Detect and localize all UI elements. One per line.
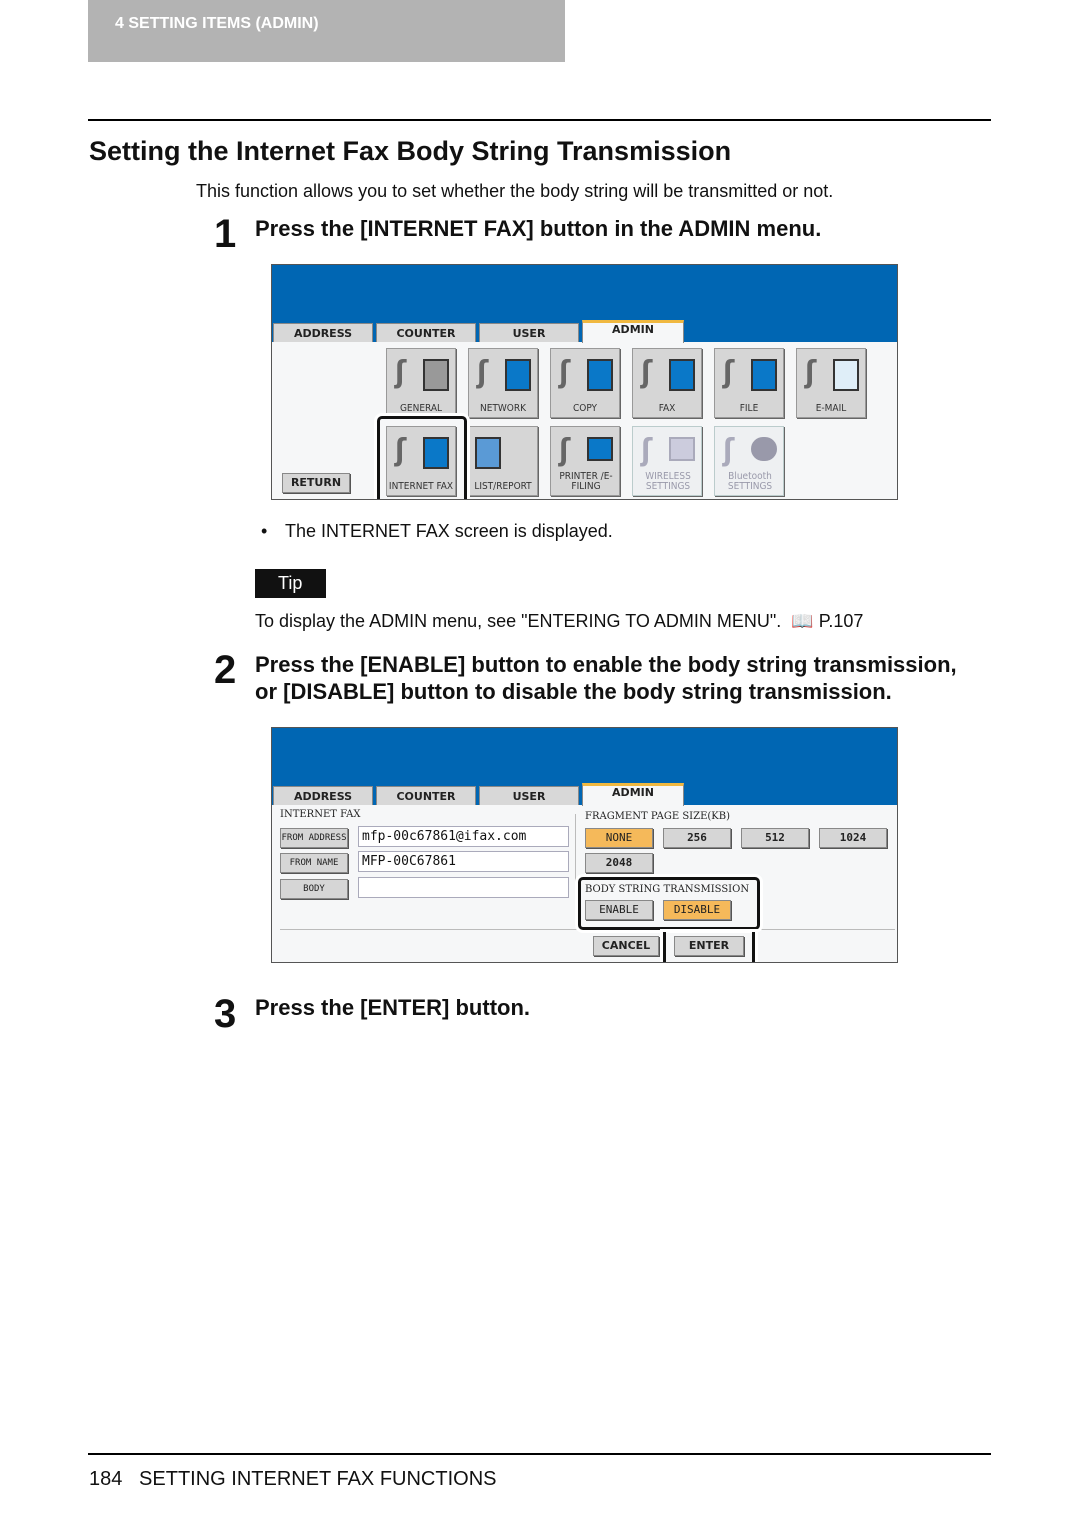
step-heading: Press the [INTERNET FAX] button in the A… xyxy=(255,216,822,241)
wireless-settings-button: ʃ WIRELESS SETTINGS xyxy=(632,426,702,496)
network-icon xyxy=(505,359,531,391)
tip-label: Tip xyxy=(255,569,326,598)
fragment-none-button[interactable]: NONE xyxy=(585,828,653,848)
copy-icon xyxy=(587,359,613,391)
fax-button[interactable]: ʃ FAX xyxy=(632,348,702,418)
file-button[interactable]: ʃ FILE xyxy=(714,348,784,418)
wrench-icon: ʃ xyxy=(723,433,735,468)
from-name-button[interactable]: FROM NAME xyxy=(280,853,348,873)
body-button[interactable]: BODY xyxy=(280,879,348,899)
network-button[interactable]: ʃ NETWORK xyxy=(468,348,538,418)
bullet-dot: • xyxy=(261,521,268,541)
email-icon xyxy=(833,359,859,391)
section-label: INTERNET FAX xyxy=(280,809,361,820)
step-number: 2 xyxy=(214,648,237,692)
step-heading: Press the [ENTER] button. xyxy=(255,995,531,1020)
wrench-icon: ʃ xyxy=(559,355,571,390)
bullet-text: The INTERNET FAX screen is displayed. xyxy=(285,521,613,541)
highlight-frame xyxy=(663,932,755,962)
email-button[interactable]: ʃ E-MAIL xyxy=(796,348,866,418)
copier-icon xyxy=(423,359,449,391)
fax-icon xyxy=(669,359,695,391)
wrench-icon: ʃ xyxy=(641,355,653,390)
copy-button[interactable]: ʃ COPY xyxy=(550,348,620,418)
fragment-512-button[interactable]: 512 xyxy=(741,828,809,848)
wrench-icon: ʃ xyxy=(559,433,571,468)
from-address-field[interactable]: mfp-00c67861@ifax.com xyxy=(358,826,569,847)
wrench-icon: ʃ xyxy=(805,355,817,390)
from-address-button[interactable]: FROM ADDRESS xyxy=(280,828,348,848)
book-icon: 📖 xyxy=(791,611,814,631)
tab-admin[interactable]: ADMIN xyxy=(582,320,684,343)
fragment-1024-button[interactable]: 1024 xyxy=(819,828,887,848)
fragment-label: FRAGMENT PAGE SIZE(KB) xyxy=(585,811,730,822)
return-button[interactable]: RETURN xyxy=(282,473,350,493)
tab-counter[interactable]: COUNTER xyxy=(376,323,476,342)
page-number: 184 xyxy=(89,1468,123,1490)
folder-icon xyxy=(751,359,777,391)
footer: 184 SETTING INTERNET FAX FUNCTIONS xyxy=(89,1468,496,1491)
internet-fax-screen: ADDRESS COUNTER USER ADMIN INTERNET FAX … xyxy=(271,727,898,963)
bluetooth-settings-button: ʃ Bluetooth SETTINGS xyxy=(714,426,784,496)
highlight-frame xyxy=(377,416,467,499)
footer-section: SETTING INTERNET FAX FUNCTIONS xyxy=(139,1468,497,1490)
tab-address[interactable]: ADDRESS xyxy=(273,323,373,342)
chapter-header: 4 SETTING ITEMS (ADMIN) xyxy=(88,0,565,62)
body-field[interactable] xyxy=(358,877,569,898)
printer-icon xyxy=(587,437,613,461)
tip-text: To display the ADMIN menu, see "ENTERING… xyxy=(255,611,864,631)
tab-user[interactable]: USER xyxy=(479,786,579,805)
printer-efiling-button[interactable]: ʃ PRINTER /E-FILING xyxy=(550,426,620,496)
tab-admin[interactable]: ADMIN xyxy=(582,783,684,806)
tab-address[interactable]: ADDRESS xyxy=(273,786,373,805)
cancel-button[interactable]: CANCEL xyxy=(593,936,659,956)
wrench-icon: ʃ xyxy=(723,355,735,390)
wrench-icon: ʃ xyxy=(395,355,407,390)
page-title: Setting the Internet Fax Body String Tra… xyxy=(89,136,732,166)
tab-user[interactable]: USER xyxy=(479,323,579,342)
list-report-button[interactable]: LIST/REPORT xyxy=(468,426,538,496)
divider xyxy=(575,814,576,926)
highlight-frame xyxy=(578,877,760,930)
fragment-256-button[interactable]: 256 xyxy=(663,828,731,848)
list-report-icon xyxy=(475,437,501,469)
step-heading: Press the [ENABLE] button to enable the … xyxy=(255,652,957,704)
tab-counter[interactable]: COUNTER xyxy=(376,786,476,805)
bluetooth-icon xyxy=(751,437,777,461)
from-name-field[interactable]: MFP-00C67861 xyxy=(358,851,569,872)
page-reference[interactable]: P.107 xyxy=(819,611,864,631)
fragment-2048-button[interactable]: 2048 xyxy=(585,853,653,873)
step-number: 1 xyxy=(214,212,237,256)
divider xyxy=(88,119,991,121)
wrench-icon: ʃ xyxy=(641,433,653,468)
step-number: 3 xyxy=(214,992,237,1036)
intro-text: This function allows you to set whether … xyxy=(196,181,834,201)
admin-menu-screen: ADDRESS COUNTER USER ADMIN ʃ GENERAL ʃ NET… xyxy=(271,264,898,500)
wireless-icon xyxy=(669,437,695,461)
footer-divider xyxy=(88,1453,991,1455)
general-button[interactable]: ʃ GENERAL xyxy=(386,348,456,418)
wrench-icon: ʃ xyxy=(477,355,489,390)
